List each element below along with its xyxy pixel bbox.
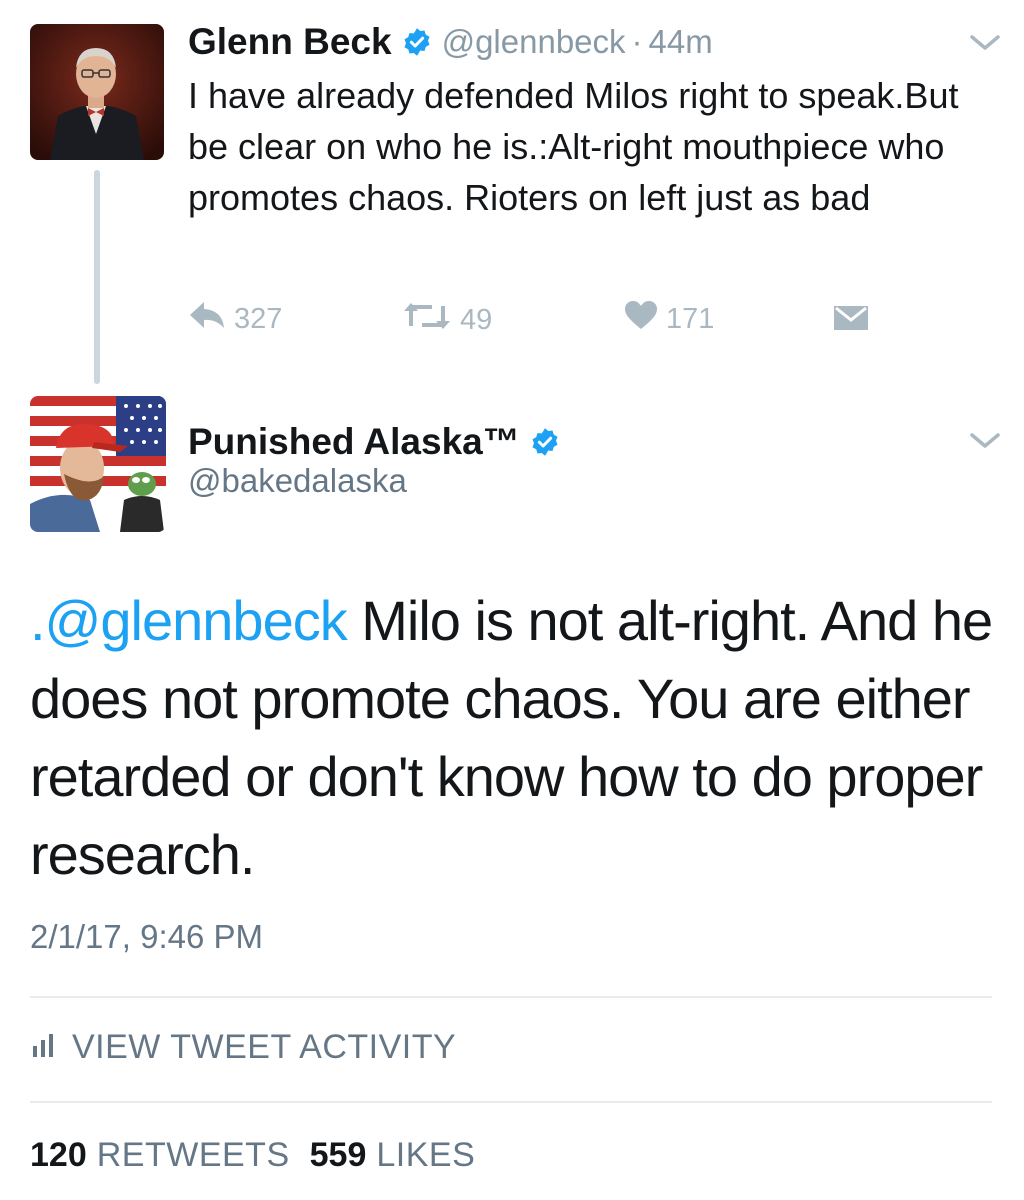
- chevron-down-icon[interactable]: [968, 32, 1002, 59]
- envelope-icon: [832, 302, 870, 340]
- parent-relative-time[interactable]: 44m: [649, 23, 713, 61]
- thread-connector-line: [94, 170, 100, 384]
- chevron-down-icon[interactable]: [968, 430, 1002, 457]
- divider: [30, 996, 992, 998]
- parent-handle[interactable]: @glennbeck: [442, 23, 626, 61]
- view-tweet-activity-label: VIEW TWEET ACTIVITY: [72, 1028, 457, 1066]
- like-count: 171: [666, 302, 715, 335]
- view-tweet-activity-button[interactable]: VIEW TWEET ACTIVITY: [32, 1028, 456, 1067]
- likes-count[interactable]: 559: [310, 1136, 367, 1175]
- tweet-timestamp[interactable]: 2/1/17, 9:46 PM: [30, 918, 263, 956]
- mention-link[interactable]: .@glennbeck: [30, 589, 348, 652]
- reply-count: 327: [234, 302, 283, 335]
- heart-icon: [624, 300, 658, 338]
- divider: [30, 1101, 992, 1103]
- reply-icon: [188, 300, 226, 338]
- verified-badge-icon: [530, 427, 560, 457]
- main-tweet-header: Punished Alaska™: [188, 418, 560, 466]
- glenn-beck-avatar[interactable]: [30, 24, 164, 160]
- retweet-icon: [402, 300, 452, 340]
- main-display-name[interactable]: Punished Alaska™: [188, 421, 520, 463]
- retweet-button[interactable]: 49: [402, 300, 492, 340]
- retweet-count: 49: [460, 303, 493, 336]
- bar-chart-icon: [32, 1028, 56, 1067]
- like-button[interactable]: 171: [624, 300, 714, 338]
- punished-alaska-avatar[interactable]: [30, 396, 166, 532]
- main-tweet-text: .@glennbeck Milo is not alt-right. And h…: [30, 582, 1000, 894]
- parent-tweet-header: Glenn Beck @glennbeck · 44m: [188, 18, 713, 66]
- parent-display-name[interactable]: Glenn Beck: [188, 21, 392, 63]
- retweets-label[interactable]: RETWEETS: [97, 1136, 290, 1175]
- parent-tweet-text: I have already defended Milos right to s…: [188, 75, 959, 218]
- retweets-count[interactable]: 120: [30, 1136, 87, 1175]
- reply-button[interactable]: 327: [188, 300, 282, 338]
- verified-badge-icon: [402, 27, 432, 57]
- likes-label[interactable]: LIKES: [376, 1136, 475, 1175]
- direct-message-button[interactable]: [832, 302, 870, 340]
- main-handle[interactable]: @bakedalaska: [188, 462, 407, 500]
- tweet-stats: 120 RETWEETS 559 LIKES: [30, 1136, 495, 1175]
- separator-dot: ·: [631, 23, 643, 60]
